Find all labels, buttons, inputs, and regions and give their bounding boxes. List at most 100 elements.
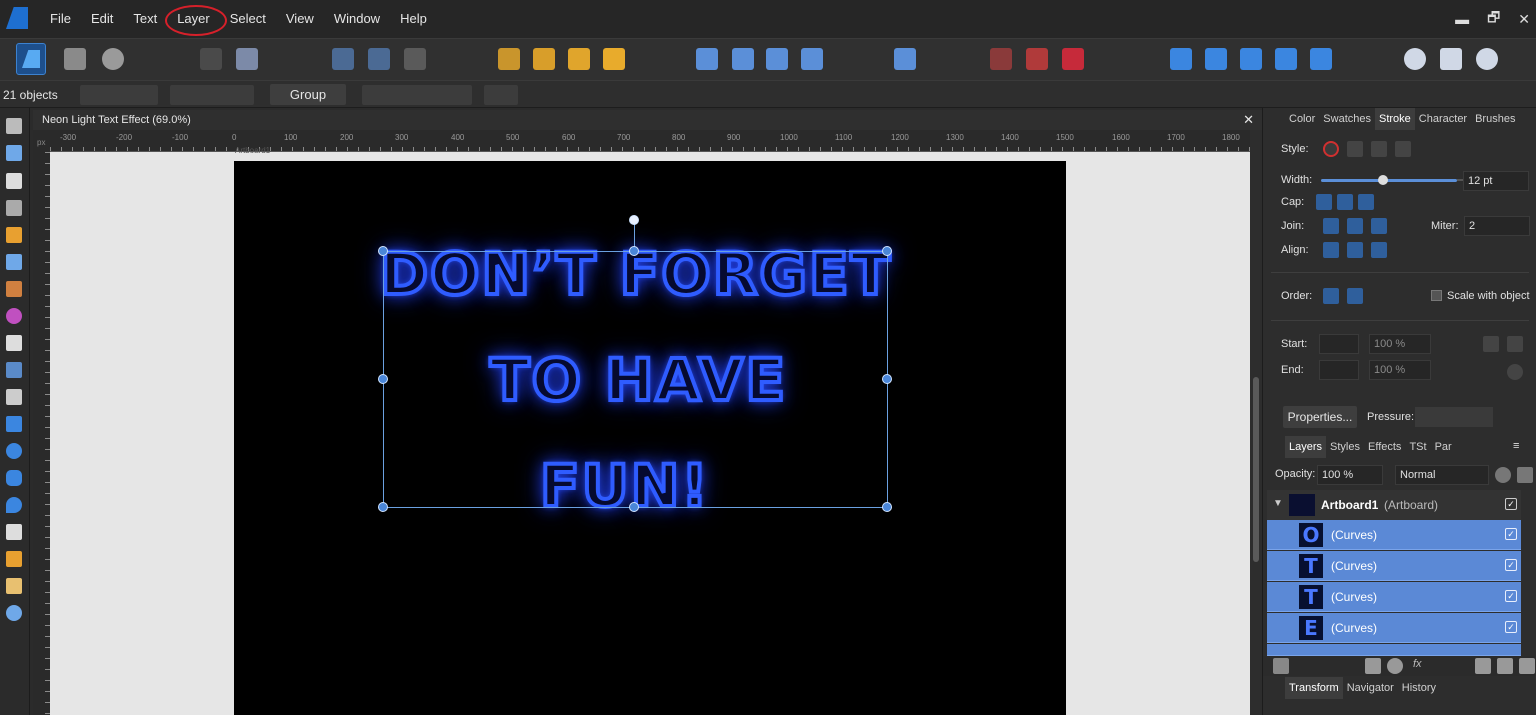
miter-join-icon[interactable] [1323,218,1339,234]
grid-icon[interactable] [990,48,1012,70]
menu-window[interactable]: Window [324,0,390,38]
fill-tool-icon[interactable] [6,308,22,324]
align-vertical-buttons[interactable] [170,85,254,105]
dashed-line-icon[interactable] [1371,141,1387,157]
align-center-icon[interactable] [1323,242,1339,258]
add-pixel-layer-icon[interactable] [1497,658,1513,674]
delete-layer-icon[interactable] [1519,658,1535,674]
document-tab[interactable]: Neon Light Text Effect (69.0%) ✕ [33,110,1262,130]
transparency-tool-icon[interactable] [6,335,22,351]
menu-help[interactable]: Help [390,0,437,38]
pen-tool-icon[interactable] [6,227,22,243]
start-arrow-select[interactable] [1319,334,1359,354]
butt-cap-icon[interactable] [1316,194,1332,210]
tab-brushes[interactable]: Brushes [1471,108,1519,130]
snap-bbox-icon[interactable] [332,48,354,70]
color-picker-tool-icon[interactable] [6,551,22,567]
opacity-select[interactable]: 100 % [1317,465,1383,485]
share-icon[interactable] [102,48,124,70]
boolean-xor-icon[interactable] [1275,48,1297,70]
properties-button[interactable]: Properties... [1283,406,1357,428]
rounded-rectangle-tool-icon[interactable] [6,470,22,486]
place-image-tool-icon[interactable] [6,362,22,378]
tab-navigator[interactable]: Navigator [1343,677,1398,699]
blend-mode-select[interactable]: Normal [1395,465,1489,485]
snap-object-icon[interactable] [404,48,426,70]
layer-row[interactable]: T (Curves) ✓ [1267,582,1521,612]
mask-layer-icon[interactable] [1365,658,1381,674]
tab-stroke[interactable]: Stroke [1375,108,1415,130]
menu-text[interactable]: Text [123,0,167,38]
boolean-intersect-icon[interactable] [1240,48,1262,70]
flip-horizontal-icon[interactable] [696,48,718,70]
square-cap-icon[interactable] [1358,194,1374,210]
group-button[interactable]: Group [270,84,346,105]
mask-icon[interactable] [1440,48,1462,70]
layer-row[interactable] [1267,644,1521,656]
zoom-tool-icon[interactable] [6,605,22,621]
snap-group-icon[interactable] [368,48,390,70]
brush-stroke-icon[interactable] [1395,141,1411,157]
tab-character[interactable]: Character [1415,108,1471,130]
stroke-behind-icon[interactable] [1323,288,1339,304]
boolean-icon[interactable] [236,48,258,70]
selection-handle[interactable] [882,502,892,512]
add-layer-icon[interactable] [1475,658,1491,674]
menu-view[interactable]: View [276,0,324,38]
transform-origin-buttons[interactable] [362,85,472,105]
tab-transform[interactable]: Transform [1285,677,1343,699]
arrange-back-icon[interactable] [498,48,520,70]
geometry-icon[interactable] [200,48,222,70]
visibility-checkbox[interactable]: ✓ [1505,559,1517,571]
boolean-add-icon[interactable] [1170,48,1192,70]
rotation-handle[interactable] [629,215,639,225]
layer-row[interactable]: E (Curves) ✓ [1267,613,1521,643]
visibility-checkbox[interactable]: ✓ [1505,621,1517,633]
arrow-position-icon[interactable] [1483,336,1499,352]
selection-handle[interactable] [378,502,388,512]
end-scale-input[interactable]: 100 % [1369,360,1431,380]
text-tool-icon[interactable] [6,524,22,540]
vertical-scrollbar[interactable] [1250,130,1262,715]
miter-input[interactable]: 2 [1464,216,1530,236]
selection-handle[interactable] [882,246,892,256]
brush-tool-icon[interactable] [6,281,22,297]
end-arrow-select[interactable] [1319,360,1359,380]
adjustment-icon[interactable] [1387,658,1403,674]
layer-row[interactable]: O (Curves) ✓ [1267,520,1521,550]
selection-handle[interactable] [882,374,892,384]
designer-persona-icon[interactable] [16,43,46,75]
affinity-logo-icon[interactable] [6,7,28,29]
hand-tool-icon[interactable] [6,578,22,594]
tab-styles[interactable]: Styles [1326,436,1364,458]
shape-tool-icon[interactable] [6,497,22,513]
tab-text-styles[interactable]: TSt [1405,436,1430,458]
round-join-icon[interactable] [1347,218,1363,234]
fx-icon[interactable]: fx [1413,658,1422,670]
ellipse-tool-icon[interactable] [6,443,22,459]
scrollbar-thumb[interactable] [1253,377,1259,562]
menu-layer[interactable]: Layer [165,0,227,38]
artboard-layer-row[interactable]: ▼ Artboard1 (Artboard) ✓ [1267,490,1521,520]
insertion-icon[interactable] [1026,48,1048,70]
flip-vertical-icon[interactable] [732,48,754,70]
selection-handle[interactable] [629,502,639,512]
solid-line-icon[interactable] [1347,141,1363,157]
menu-edit[interactable]: Edit [81,0,123,38]
artboard-tool-icon[interactable] [6,145,22,161]
width-input[interactable]: 12 pt [1463,171,1529,191]
arrange-backward-icon[interactable] [533,48,555,70]
minimize-icon[interactable]: ▬ [1455,11,1469,27]
menu-select[interactable]: Select [220,0,276,38]
clip-icon[interactable] [1476,48,1498,70]
round-cap-icon[interactable] [1337,194,1353,210]
swap-arrows-icon[interactable] [1507,364,1523,380]
expand-arrow-icon[interactable]: ▼ [1273,498,1283,509]
lock-icon[interactable] [1517,467,1533,483]
menu-file[interactable]: File [40,0,81,38]
snapping-magnet-icon[interactable] [1062,48,1084,70]
close-icon[interactable]: ✕ [1518,11,1530,28]
gear-icon[interactable] [1495,467,1511,483]
selection-handle[interactable] [378,374,388,384]
pressure-graph[interactable] [1415,407,1493,427]
